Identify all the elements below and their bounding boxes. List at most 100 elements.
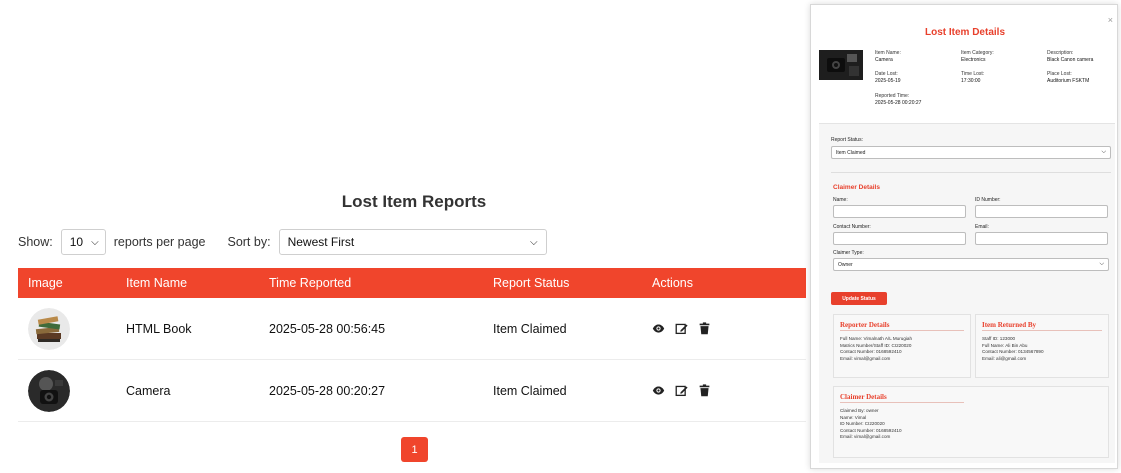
description-label: Description: (1047, 50, 1074, 56)
claimer-card-title: Claimer Details (840, 393, 887, 401)
actions-cell (652, 322, 806, 335)
returned-by-lines: Staff ID: 123000 Full Name: Ali Bin Abu … (982, 336, 1044, 362)
status-form: Report Status: Item Claimed ⌵ Claimer De… (819, 123, 1115, 463)
book-stack-icon (28, 307, 70, 350)
description-info: Description: Black Canon camera (1047, 50, 1093, 64)
actions-cell (652, 384, 806, 397)
date-lost-info: Date Lost: 2025-05-19 (875, 71, 901, 85)
reporter-full-name: Full Name: Vimalnath A/L Murugiah (840, 336, 913, 341)
time-reported-cell: 2025-05-28 00:20:27 (269, 383, 386, 398)
reports-table: Image Item Name Time Reported Report Sta… (18, 268, 806, 422)
place-lost-info: Place Lost: Auditorium FSKTM (1047, 71, 1089, 85)
header-time-reported: Time Reported (269, 276, 352, 290)
date-lost-value: 2025-05-19 (875, 78, 901, 84)
sort-select[interactable]: Newest First ⌵ (278, 229, 547, 255)
trash-icon[interactable] (698, 322, 711, 335)
header-actions: Actions (652, 276, 693, 290)
per-page-suffix: reports per page (113, 235, 206, 249)
page-title: Lost Item Reports (341, 192, 487, 211)
reported-time-info: Reported Time: 2025-05-28 00:20:27 (875, 93, 921, 107)
item-returned-by-title: Item Returned By (982, 321, 1037, 329)
chevron-down-icon: ⌵ (91, 236, 99, 248)
chevron-down-icon: ⌵ (529, 236, 538, 248)
claimer-details-title: Claimer Details (833, 184, 880, 191)
time-reported-cell: 2025-05-28 00:56:45 (269, 321, 386, 336)
report-status-label: Report Status: (831, 137, 863, 143)
claimer-details-card: Claimer Details Claimed By: owner Name: … (833, 386, 1109, 458)
claimer-card-lines: Claimed By: owner Name: Vimal ID Number:… (840, 408, 902, 441)
item-name-cell: HTML Book (126, 321, 192, 336)
eye-icon[interactable] (652, 322, 665, 335)
reported-time-label: Reported Time: (875, 93, 910, 99)
edit-icon[interactable] (675, 384, 688, 397)
modal-title: Lost Item Details (924, 27, 1006, 38)
claimer-contact-input[interactable] (833, 232, 966, 245)
reporter-contact: Contact Number: 0168592410 (840, 349, 902, 354)
claimer-type-value: Owner (838, 261, 853, 268)
claimer-type-label: Claimer Type: (833, 250, 864, 256)
claimer-email-input[interactable] (975, 232, 1108, 245)
chevron-down-icon: ⌵ (1099, 261, 1104, 267)
contact-number-label: Contact Number: (833, 224, 871, 230)
time-lost-label: Time Lost: (961, 71, 985, 77)
claimer-id-input[interactable] (975, 205, 1108, 218)
email-label: Email: (975, 224, 989, 230)
image-cell (18, 369, 126, 412)
item-name-label: Item Name: (875, 50, 901, 56)
item-category-info: Item Category: Electronics (961, 50, 994, 64)
edit-icon[interactable] (675, 322, 688, 335)
place-lost-value: Auditorium FSKTM (1047, 78, 1090, 84)
eye-icon[interactable] (652, 384, 665, 397)
reporter-details-lines: Full Name: Vimalnath A/L Murugiah Matric… (840, 336, 912, 362)
name-label: Name: (833, 197, 848, 203)
item-category-label: Item Category: (961, 50, 994, 56)
table-header: Image Item Name Time Reported Report Sta… (18, 268, 806, 298)
item-category-value: Electronics (961, 57, 986, 63)
report-status-cell: Item Claimed (493, 383, 567, 398)
image-cell (18, 307, 126, 350)
description-value: Black Canon camera (1047, 57, 1094, 63)
trash-icon[interactable] (698, 384, 711, 397)
card-divider (840, 330, 964, 331)
header-report-status: Report Status (493, 276, 570, 290)
item-photo (819, 50, 863, 80)
show-label: Show: (18, 235, 53, 249)
date-lost-label: Date Lost: (875, 71, 898, 77)
per-page-value: 10 (69, 235, 84, 249)
claimer-email: Email: vimal@gmail.com (840, 434, 891, 439)
returned-email: Email: ali@gmail.com (982, 355, 1027, 361)
report-status-cell: Item Claimed (493, 321, 567, 336)
table-controls: Show: 10 ⌵ reports per page Sort by: New… (18, 229, 547, 255)
divider (831, 172, 1111, 173)
close-icon[interactable]: × (1108, 15, 1113, 25)
per-page-select[interactable]: 10 ⌵ (60, 229, 106, 255)
header-item-name: Item Name (126, 276, 188, 290)
card-divider (982, 330, 1102, 331)
time-lost-value: 17:30:00 (961, 78, 981, 84)
item-name-value: Camera (875, 57, 893, 63)
claimer-name-input[interactable] (833, 205, 966, 218)
claimer-type-select[interactable]: Owner ⌵ (833, 258, 1109, 271)
report-status-select[interactable]: Item Claimed ⌵ (831, 146, 1111, 159)
camera-photo-icon (28, 369, 70, 412)
item-returned-by-card: Item Returned By Staff ID: 123000 Full N… (975, 314, 1109, 378)
reporter-details-card: Reporter Details Full Name: Vimalnath A/… (833, 314, 971, 378)
header-image: Image (28, 276, 63, 290)
item-name-info: Item Name: Camera (875, 50, 901, 64)
chevron-down-icon: ⌵ (1101, 149, 1106, 155)
card-divider (840, 402, 964, 403)
table-row: HTML Book 2025-05-28 00:56:45 Item Claim… (18, 298, 806, 360)
id-number-label: ID Number: (975, 197, 1001, 203)
update-status-button[interactable]: Update Status (831, 292, 887, 305)
sort-label: Sort by: (227, 235, 271, 249)
reporter-details-title: Reporter Details (840, 321, 890, 329)
returned-contact: Contact Number: 0134567890 (982, 349, 1044, 354)
time-lost-info: Time Lost: 17:30:00 (961, 71, 984, 85)
item-name-cell: Camera (126, 383, 171, 398)
place-lost-label: Place Lost: (1047, 71, 1072, 77)
lost-item-details-modal: × Lost Item Details Item Name: Camera It… (810, 4, 1118, 469)
sort-value: Newest First (287, 235, 355, 249)
reported-time-value: 2025-05-28 00:20:27 (875, 100, 922, 106)
report-status-value: Item Claimed (836, 149, 866, 156)
pagination-page-1[interactable]: 1 (401, 437, 428, 462)
